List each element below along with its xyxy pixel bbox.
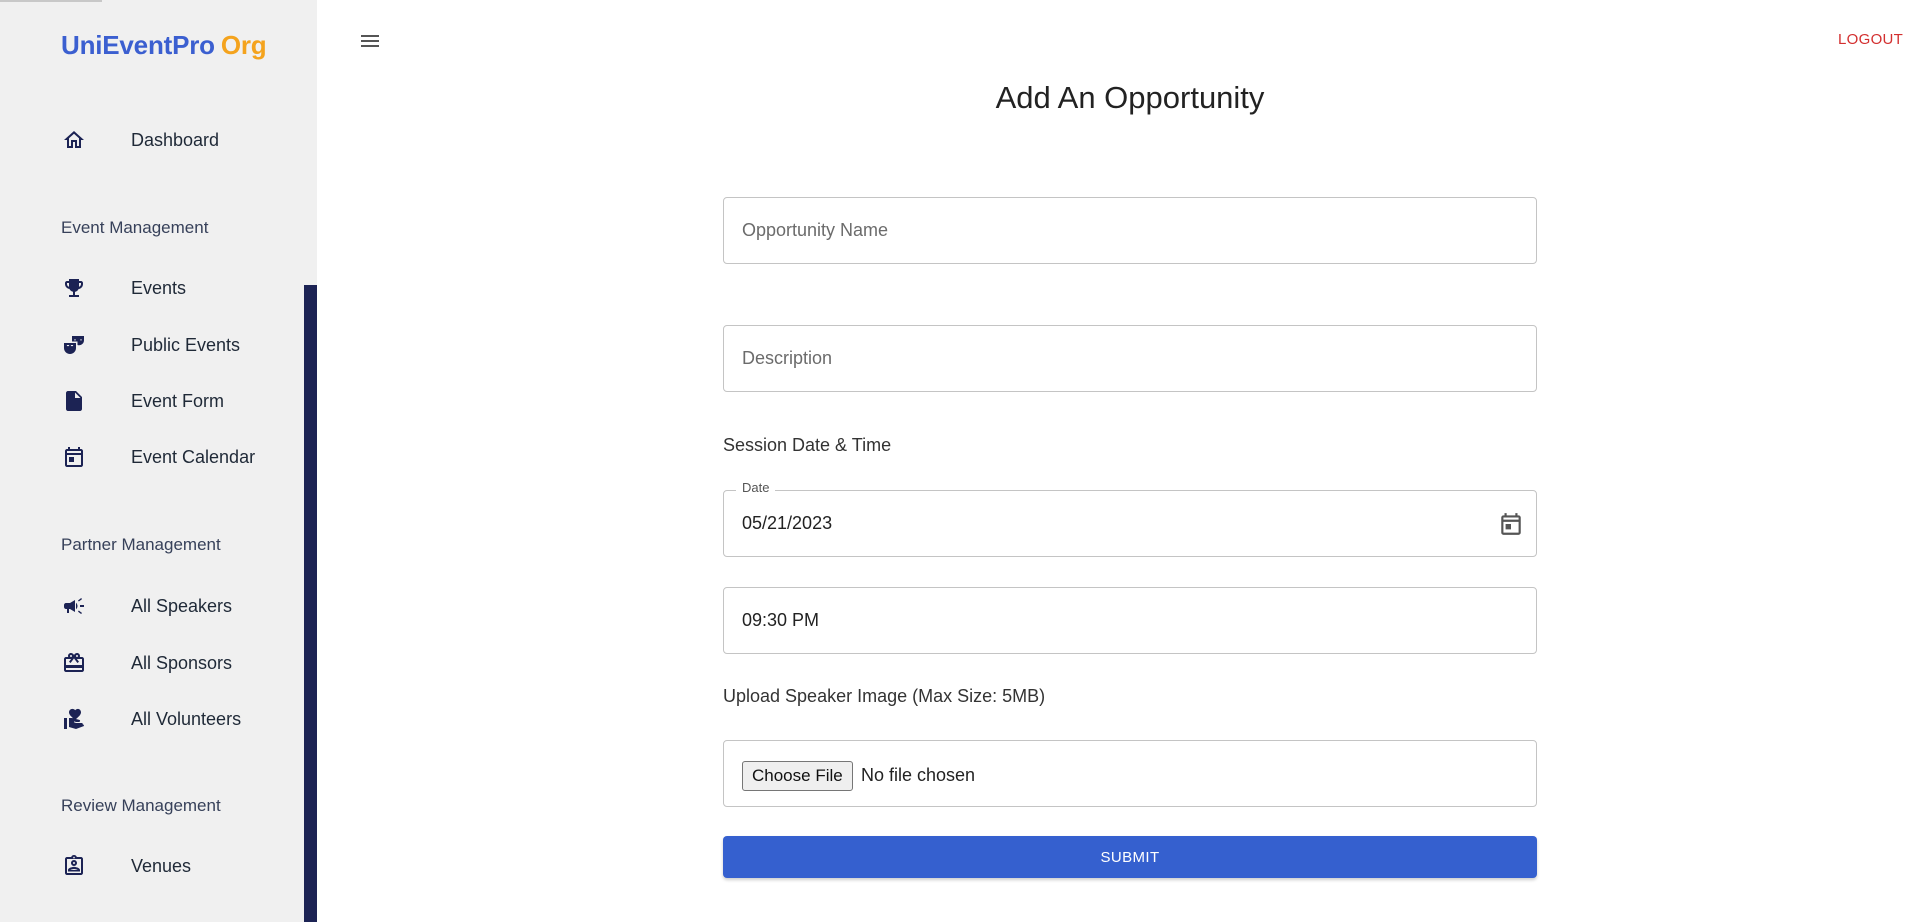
sidebar-item-label: Events xyxy=(131,277,187,298)
sidebar-item-label: Event Form xyxy=(131,390,225,411)
section-title-event-management: Event Management xyxy=(61,218,209,237)
hand-heart-icon xyxy=(61,706,87,732)
section-title-partner-management: Partner Management xyxy=(61,535,221,554)
date-floating-label: Date xyxy=(736,480,776,495)
trophy-icon xyxy=(61,275,87,301)
opportunity-name-placeholder: Opportunity Name xyxy=(742,220,889,240)
logout-button[interactable]: LOGOUT xyxy=(1838,31,1903,48)
file-status-text: No file chosen xyxy=(861,765,976,785)
sidebar-item-label: Dashboard xyxy=(131,129,220,150)
sidebar-item-label: All Sponsors xyxy=(131,652,233,673)
calendar-picker-icon[interactable] xyxy=(1498,511,1524,537)
brand-logo[interactable]: UniEventPro Org xyxy=(61,30,267,61)
time-field[interactable]: 09:30 PM xyxy=(723,587,1537,654)
sidebar-item-label: Public Events xyxy=(131,334,241,355)
sidebar-item-label: All Volunteers xyxy=(131,708,242,729)
sidebar-item-all-speakers[interactable]: All Speakers xyxy=(0,586,300,626)
page-title: Add An Opportunity xyxy=(995,80,1265,115)
sidebar-scrollbar[interactable] xyxy=(304,285,317,922)
sidebar: UniEventPro Org Dashboard Event Managemen… xyxy=(0,0,317,922)
file-upload-field: Choose File No file chosen xyxy=(723,740,1537,807)
sidebar-item-all-volunteers[interactable]: All Volunteers xyxy=(0,699,300,739)
hamburger-menu-icon[interactable] xyxy=(356,28,384,54)
contact-badge-icon xyxy=(61,853,87,879)
sidebar-item-all-sponsors[interactable]: All Sponsors xyxy=(0,643,300,683)
document-icon xyxy=(61,388,87,414)
calendar-icon xyxy=(61,444,87,470)
gift-card-icon xyxy=(61,650,87,676)
home-icon xyxy=(61,127,87,153)
sidebar-item-label: Venues xyxy=(131,855,192,876)
megaphone-icon xyxy=(61,593,87,619)
theater-masks-icon xyxy=(61,332,87,358)
sidebar-item-event-calendar[interactable]: Event Calendar xyxy=(0,437,300,477)
brand-suffix: Org xyxy=(220,30,267,60)
sidebar-item-event-form[interactable]: Event Form xyxy=(0,381,300,421)
brand-name: UniEventPro xyxy=(61,30,215,60)
sidebar-item-events[interactable]: Events xyxy=(0,268,300,308)
choose-file-button[interactable]: Choose File xyxy=(742,761,853,791)
date-field[interactable]: Date 05/21/2023 xyxy=(723,480,1537,557)
time-value: 09:30 PM xyxy=(742,610,820,630)
date-value: 05/21/2023 xyxy=(742,513,833,533)
sidebar-item-label: Event Calendar xyxy=(131,446,256,467)
sidebar-item-venues[interactable]: Venues xyxy=(0,846,300,886)
submit-button[interactable]: SUBMIT xyxy=(723,836,1537,878)
sidebar-item-dashboard[interactable]: Dashboard xyxy=(0,120,300,160)
sidebar-item-label: All Speakers xyxy=(131,595,233,616)
session-date-time-label: Session Date & Time xyxy=(723,435,892,455)
opportunity-name-field[interactable]: Opportunity Name xyxy=(723,197,1537,264)
section-title-review-management: Review Management xyxy=(61,796,221,815)
description-field[interactable]: Description xyxy=(723,325,1537,392)
sidebar-top-divider xyxy=(0,0,102,2)
description-placeholder: Description xyxy=(742,348,833,368)
upload-speaker-image-label: Upload Speaker Image (Max Size: 5MB) xyxy=(723,686,1046,706)
sidebar-item-public-events[interactable]: Public Events xyxy=(0,325,300,365)
